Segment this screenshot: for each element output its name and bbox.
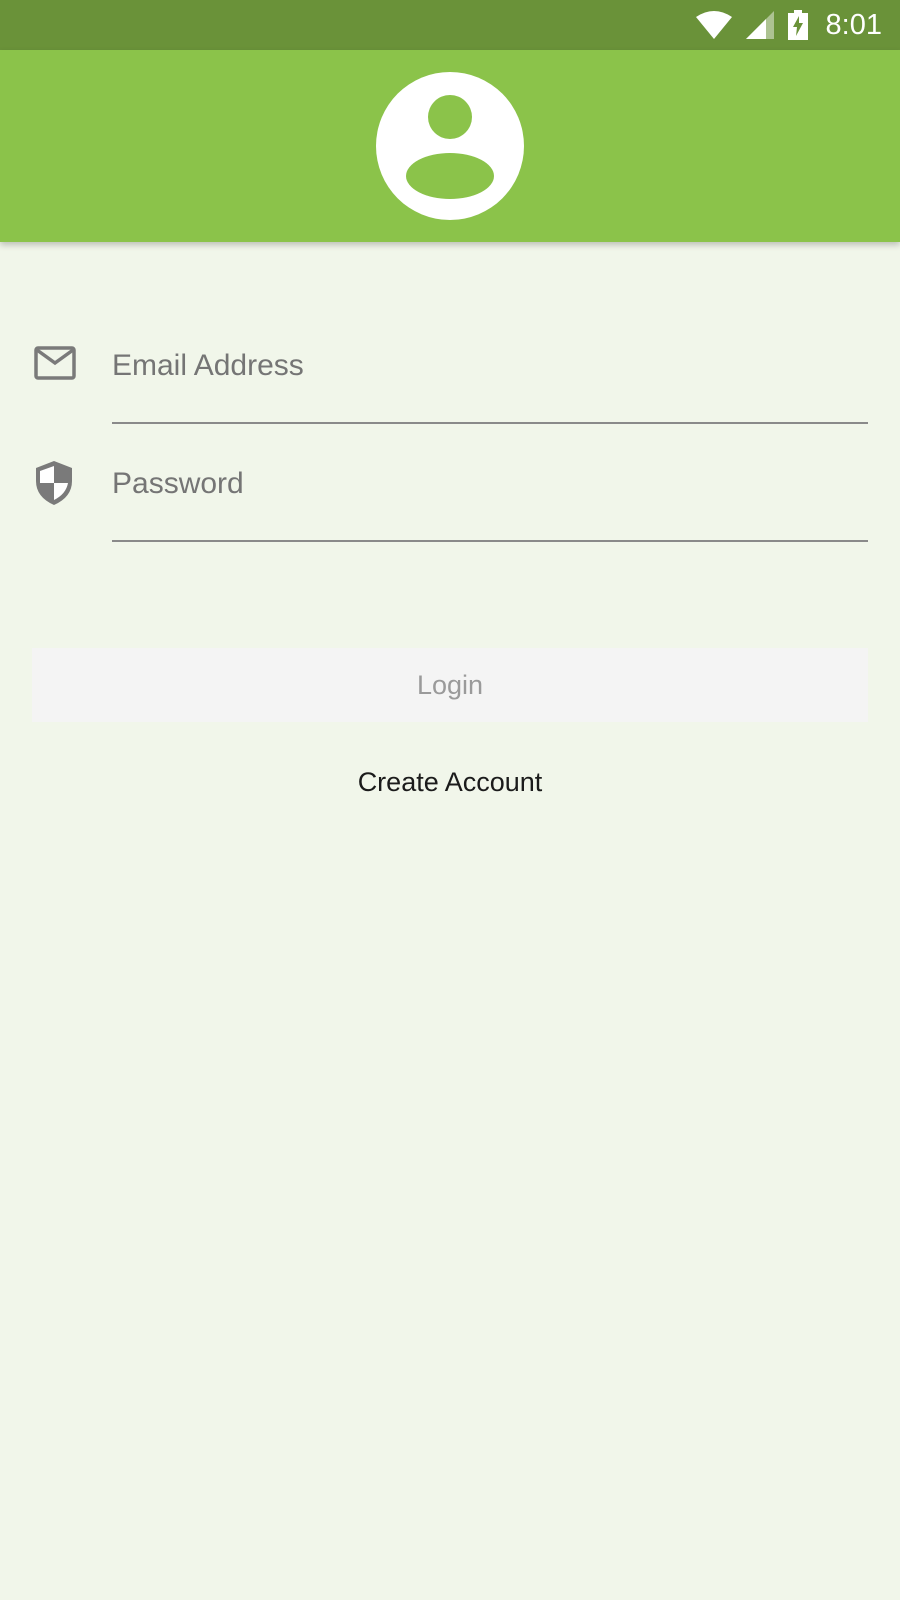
create-account-button[interactable]: Create Account — [300, 752, 600, 812]
cell-signal-icon — [745, 11, 774, 39]
email-field-row — [0, 320, 900, 440]
password-field-row — [0, 438, 900, 558]
wifi-icon — [695, 11, 732, 39]
battery-charging-icon — [787, 10, 808, 40]
login-button[interactable]: Login — [32, 648, 868, 722]
header-banner — [0, 50, 900, 242]
shield-icon — [34, 460, 74, 511]
email-icon — [34, 346, 76, 385]
login-screen: 8:01 Login Create Account — [0, 0, 900, 1600]
email-field[interactable] — [112, 340, 868, 392]
account-circle-icon — [376, 72, 524, 220]
password-field[interactable] — [112, 458, 868, 510]
status-time: 8:01 — [825, 8, 882, 41]
email-underline — [112, 422, 868, 424]
status-bar: 8:01 — [0, 0, 900, 50]
password-underline — [112, 540, 868, 542]
